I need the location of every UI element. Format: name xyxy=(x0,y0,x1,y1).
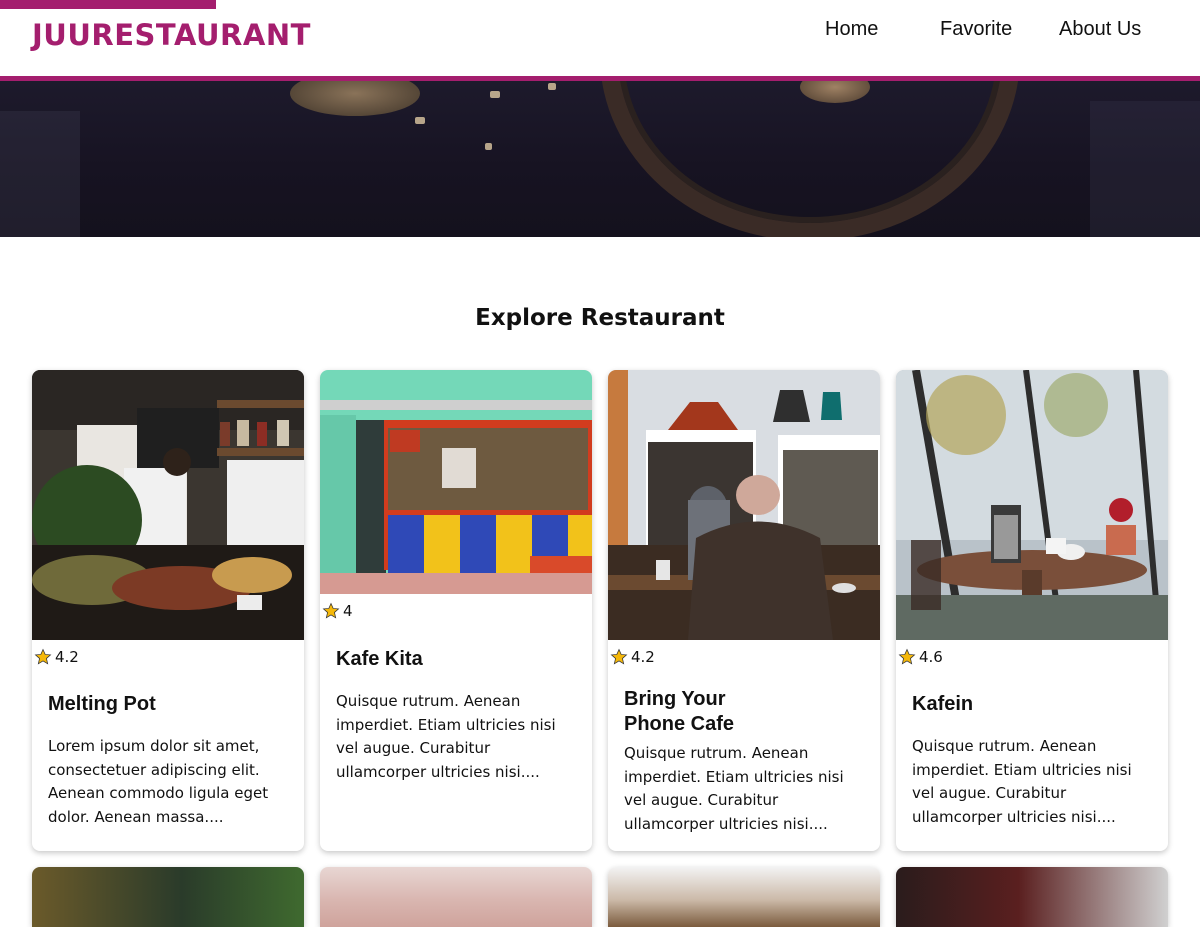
rating-value: 4.2 xyxy=(631,648,655,666)
restaurant-card-partial[interactable] xyxy=(608,867,880,927)
rating-value: 4.6 xyxy=(919,648,943,666)
site-header: JUURESTAURANT Home Favorite About Us xyxy=(0,0,1200,81)
hero-crumb xyxy=(485,143,492,150)
section-title: Explore Restaurant xyxy=(475,305,725,331)
hero-board-left xyxy=(0,111,80,237)
restaurant-card[interactable]: 4.6 Kafein Quisque rutrum. Aenean imperd… xyxy=(896,370,1168,851)
rating: 4.2 xyxy=(34,648,79,666)
header-accent-bar xyxy=(0,0,216,9)
hero-crumb xyxy=(415,117,425,124)
restaurant-card[interactable]: 4.2 Bring Your Phone Cafe Quisque rutrum… xyxy=(608,370,880,851)
hero-image xyxy=(0,81,1200,237)
restaurant-card[interactable]: 4.2 Melting Pot Lorem ipsum dolor sit am… xyxy=(32,370,304,851)
hero-crumb xyxy=(490,91,500,98)
restaurant-image[interactable] xyxy=(320,370,592,594)
restaurant-description: Quisque rutrum. Aenean imperdiet. Etiam … xyxy=(336,692,556,781)
restaurant-image-graphic xyxy=(608,370,880,640)
rating: 4 xyxy=(322,602,353,620)
restaurant-image[interactable] xyxy=(32,370,304,640)
restaurant-card-partial[interactable] xyxy=(32,867,304,927)
restaurant-name[interactable]: Kafe Kita xyxy=(336,647,576,672)
restaurant-card-partial[interactable] xyxy=(320,867,592,927)
restaurant-description: Lorem ipsum dolor sit amet, consectetuer… xyxy=(48,737,269,826)
star-icon xyxy=(610,648,628,665)
restaurant-name[interactable]: Melting Pot xyxy=(48,692,288,717)
restaurant-image-graphic xyxy=(896,370,1168,640)
restaurant-image-graphic xyxy=(320,370,592,594)
restaurant-name[interactable]: Kafein xyxy=(912,692,1152,717)
nav-link-about-us[interactable]: About Us xyxy=(1059,18,1141,41)
rating-value: 4.2 xyxy=(55,648,79,666)
star-icon xyxy=(322,602,340,619)
restaurant-description: Quisque rutrum. Aenean imperdiet. Etiam … xyxy=(624,744,844,833)
rating: 4.2 xyxy=(610,648,655,666)
star-icon xyxy=(34,648,52,665)
nav-link-home[interactable]: Home xyxy=(825,18,878,41)
hero-crumb xyxy=(548,83,556,90)
rating: 4.6 xyxy=(898,648,943,666)
restaurant-image[interactable] xyxy=(896,370,1168,640)
hero-food xyxy=(290,81,420,116)
restaurant-description: Quisque rutrum. Aenean imperdiet. Etiam … xyxy=(912,737,1132,826)
restaurant-card-partial[interactable] xyxy=(896,867,1168,927)
restaurant-card[interactable]: 4 Kafe Kita Quisque rutrum. Aenean imper… xyxy=(320,370,592,851)
restaurant-name[interactable]: Bring Your Phone Cafe xyxy=(624,687,740,737)
rating-value: 4 xyxy=(343,602,353,620)
hero-plate xyxy=(600,81,1020,237)
brand-logo[interactable]: JUURESTAURANT xyxy=(32,18,311,52)
restaurant-image-graphic xyxy=(32,370,304,640)
hero-board-right xyxy=(1090,101,1200,237)
nav-link-favorite[interactable]: Favorite xyxy=(940,18,1012,41)
star-icon xyxy=(898,648,916,665)
restaurant-image[interactable] xyxy=(608,370,880,640)
